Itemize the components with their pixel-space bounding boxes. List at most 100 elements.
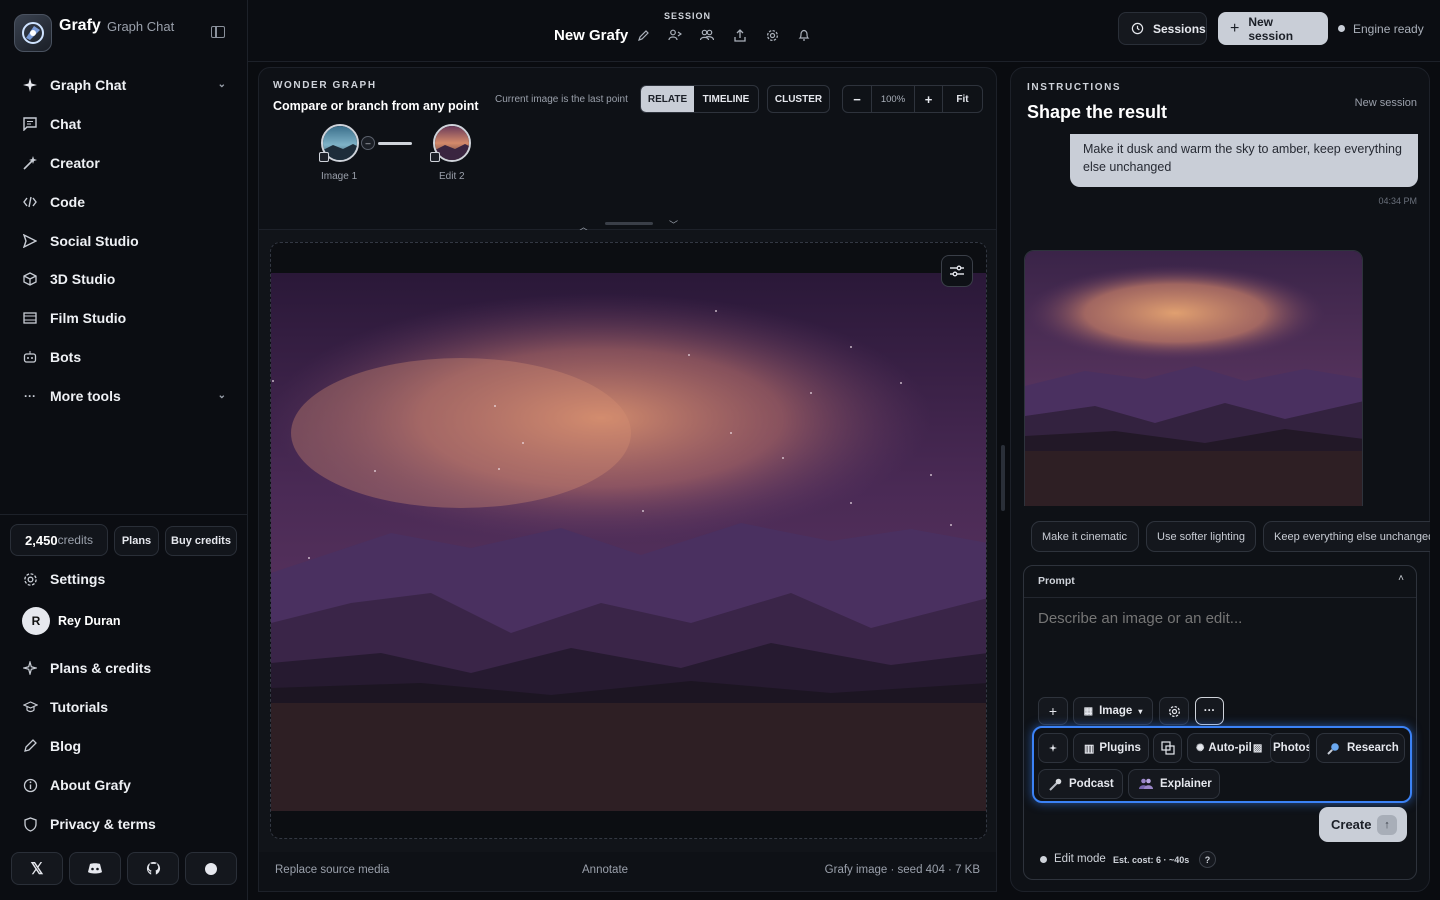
tool-label: Auto-pil xyxy=(1208,742,1252,754)
app-logo[interactable] xyxy=(14,14,52,52)
top-bar: SESSION New Grafy Sessions + New session… xyxy=(248,0,1440,62)
prompt-label: Prompt xyxy=(1038,575,1075,587)
collaborators-icon[interactable] xyxy=(700,28,714,42)
edit-pencil-icon[interactable] xyxy=(637,28,651,42)
shield-icon xyxy=(22,816,38,832)
graph-eyebrow: WONDER GRAPH xyxy=(273,80,377,91)
arrow-up-icon: ↑ xyxy=(1377,815,1397,835)
session-tag: New session xyxy=(1354,97,1417,109)
gear-icon[interactable] xyxy=(765,28,779,42)
adjustments-icon[interactable] xyxy=(941,255,973,287)
user-name[interactable]: Rey Duran xyxy=(58,614,121,628)
sidebar-item-graph-chat[interactable]: Graph Chat ⌄ xyxy=(12,68,236,102)
avatar[interactable]: R xyxy=(22,607,50,635)
mode-label: Image xyxy=(1099,705,1133,717)
discord-icon[interactable] xyxy=(69,852,121,885)
sidebar-item-social-studio[interactable]: Social Studio xyxy=(12,224,236,258)
settings-link[interactable]: Settings xyxy=(12,562,236,596)
add-attachment-button[interactable]: + xyxy=(1038,697,1068,725)
wand-icon xyxy=(22,155,38,171)
more-options-button[interactable]: ··· xyxy=(1195,697,1224,725)
gear-icon[interactable] xyxy=(1159,697,1189,725)
chevron-down-icon: ⌄ xyxy=(217,79,226,90)
tool-label: Research xyxy=(1347,742,1399,754)
share-user-icon[interactable] xyxy=(668,28,682,42)
x-icon[interactable]: 𝕏 xyxy=(11,852,63,885)
sidebar-divider xyxy=(0,514,248,515)
engine-status: Engine ready xyxy=(1353,22,1424,36)
bell-icon[interactable] xyxy=(797,28,811,42)
prompt-input[interactable] xyxy=(1038,610,1398,690)
sidebar-link-tutorials[interactable]: Tutorials xyxy=(12,690,236,724)
brand-subtitle: Graph Chat xyxy=(107,19,175,34)
suggestion-chip[interactable]: Keep everything else unchanged xyxy=(1263,521,1430,552)
suggestion-chip[interactable]: Use softer lighting xyxy=(1146,521,1256,552)
tool-label: Photos - xyxy=(1273,742,1310,754)
compare-icon[interactable] xyxy=(1153,733,1182,763)
sidebar-link-about[interactable]: About Grafy xyxy=(12,768,236,802)
zoom-in-button[interactable]: + xyxy=(914,86,943,112)
new-session-button[interactable]: + New session xyxy=(1218,12,1328,45)
plans-button[interactable]: Plans xyxy=(114,526,159,556)
session-eyebrow: SESSION xyxy=(664,11,712,21)
session-title[interactable]: New Grafy xyxy=(554,27,628,44)
image-badge-icon xyxy=(430,152,440,162)
photos-button[interactable]: Photos - xyxy=(1270,733,1310,763)
sidebar-link-blog[interactable]: Blog xyxy=(12,729,236,763)
github-icon[interactable] xyxy=(127,852,179,885)
autopilot-button[interactable]: ✺ Auto-pil ▨ xyxy=(1187,733,1275,763)
image-canvas[interactable] xyxy=(270,242,987,839)
mode-select[interactable]: ▦ Image ▾ xyxy=(1073,697,1153,725)
result-image xyxy=(1025,251,1362,521)
result-image-card[interactable] xyxy=(1024,250,1363,522)
dusk-landscape-image xyxy=(271,243,986,838)
zoom-out-button[interactable]: − xyxy=(843,86,872,112)
help-icon[interactable]: ? xyxy=(1199,851,1216,868)
circle-icon[interactable] xyxy=(185,852,237,885)
sidebar-item-film-studio[interactable]: Film Studio xyxy=(12,301,236,335)
annotate-link[interactable]: Annotate xyxy=(582,864,628,876)
podcast-button[interactable]: Podcast xyxy=(1038,769,1123,799)
sidebar-link-privacy[interactable]: Privacy & terms xyxy=(12,807,236,841)
tab-relate[interactable]: RELATE xyxy=(641,86,694,112)
suggestion-chip[interactable]: Make it cinematic xyxy=(1031,521,1139,552)
link-label: Tutorials xyxy=(50,699,109,715)
create-button[interactable]: Create ↑ xyxy=(1319,807,1407,842)
edit-mode-label: Edit mode xyxy=(1054,853,1106,865)
sidebar-item-3d-studio[interactable]: 3D Studio xyxy=(12,262,236,296)
info-icon xyxy=(22,777,38,793)
buy-credits-button[interactable]: Buy credits xyxy=(165,526,237,556)
tool-label: Explainer xyxy=(1160,778,1212,790)
tab-timeline[interactable]: TIMELINE xyxy=(694,86,758,112)
plus-icon: + xyxy=(1230,19,1240,37)
user-message: Make it dusk and warm the sky to amber, … xyxy=(1070,134,1418,187)
explainer-button[interactable]: Explainer xyxy=(1128,769,1220,799)
magic-icon[interactable] xyxy=(1038,733,1068,763)
plugins-button[interactable]: ▥ Plugins xyxy=(1073,733,1149,763)
sidebar-collapse-icon[interactable] xyxy=(211,26,225,38)
sidebar-item-more-tools[interactable]: ··· More tools ⌄ xyxy=(12,379,236,413)
export-icon[interactable] xyxy=(733,28,747,42)
instructions-eyebrow: INSTRUCTIONS xyxy=(1027,82,1122,93)
sidebar-item-bots[interactable]: Bots xyxy=(12,340,236,374)
fit-button[interactable]: Fit xyxy=(943,86,982,112)
gear-icon xyxy=(22,571,38,587)
replace-source-link[interactable]: Replace source media xyxy=(275,864,389,876)
research-button[interactable]: Research xyxy=(1316,733,1405,763)
sidebar-item-chat[interactable]: Chat xyxy=(12,107,236,141)
sidebar-link-plans-credits[interactable]: Plans & credits xyxy=(12,651,236,685)
sidebar-item-code[interactable]: Code xyxy=(12,185,236,219)
sessions-button[interactable]: Sessions xyxy=(1118,12,1207,45)
resize-handle[interactable] xyxy=(605,222,653,225)
cluster-button[interactable]: CLUSTER xyxy=(767,85,830,113)
edge-handle-icon[interactable]: – xyxy=(361,136,375,150)
collapse-caret-icon[interactable]: ˄ xyxy=(1398,573,1404,584)
sidebar-item-label: Code xyxy=(50,194,85,210)
credits-unit: credits xyxy=(57,533,93,547)
sidebar-item-creator[interactable]: Creator xyxy=(12,146,236,180)
grid-icon: ▦ xyxy=(1083,705,1094,717)
columns-icon: ▥ xyxy=(1084,742,1095,755)
sidebar-item-label: Bots xyxy=(50,349,82,365)
panel-resize-handle[interactable] xyxy=(1001,445,1005,511)
tool-label: Plugins xyxy=(1099,742,1141,754)
